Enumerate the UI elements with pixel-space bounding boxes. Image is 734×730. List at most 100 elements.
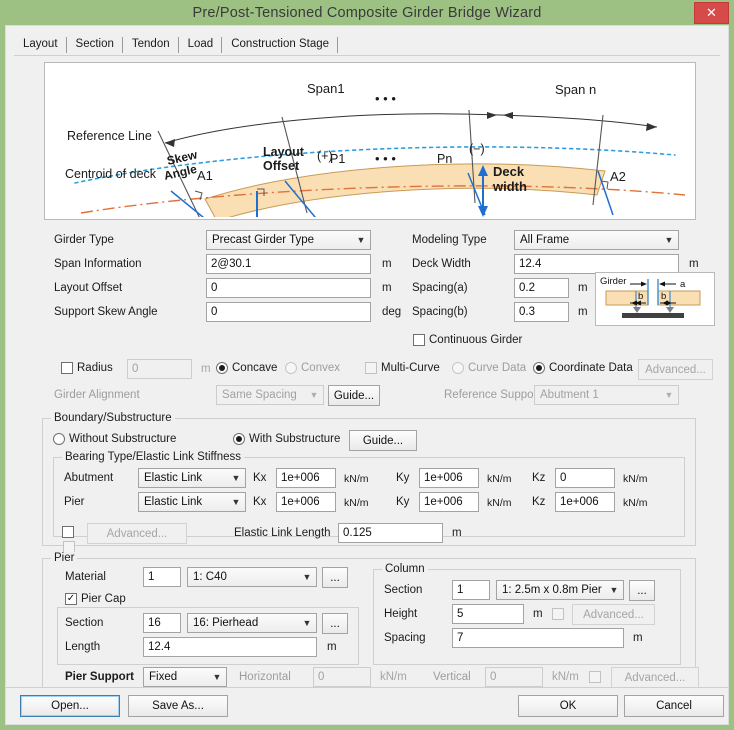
radius-checkbox[interactable]: ✓	[61, 362, 73, 374]
abutment-type-select[interactable]: Elastic Link ▼	[138, 468, 246, 488]
without-substructure-radio[interactable]	[53, 433, 65, 445]
column-section-select[interactable]: 1: 2.5m x 0.8m Pier ▼	[496, 580, 624, 600]
deck-width-input[interactable]	[514, 254, 679, 274]
tab-section[interactable]: Section	[67, 34, 124, 55]
multi-curve-label: Multi-Curve	[381, 362, 440, 374]
pier-section-id-input[interactable]	[143, 613, 181, 633]
spacing-a-input[interactable]	[514, 278, 569, 298]
layout-offset-label-2: Offset	[263, 159, 300, 173]
abutment-kz-input[interactable]	[555, 468, 615, 488]
pier-material-id-input[interactable]	[143, 567, 181, 587]
elastic-link-length-input[interactable]	[338, 523, 443, 543]
cancel-button[interactable]: Cancel	[624, 695, 724, 717]
curve-advanced-button[interactable]: Advanced...	[638, 359, 713, 380]
pier-support-advanced-button[interactable]: Advanced...	[611, 667, 699, 687]
deck-width-label: Deck Width	[412, 258, 471, 270]
pier-material-browse-button[interactable]: ...	[322, 567, 348, 588]
column-height-input[interactable]	[452, 604, 524, 624]
continuous-girder-checkbox-wrap[interactable]: ✓ Continuous Girder	[413, 334, 522, 346]
ok-button[interactable]: OK	[518, 695, 618, 717]
modeling-type-select[interactable]: All Frame ▼	[514, 230, 679, 250]
elastic-link-length-unit: m	[452, 527, 462, 539]
reference-support-select[interactable]: Abutment 1 ▼	[534, 385, 679, 405]
reference-support-value: Abutment 1	[540, 389, 599, 401]
radius-checkbox-wrap[interactable]: ✓ Radius	[61, 362, 113, 374]
pier-kz-input[interactable]	[555, 492, 615, 512]
pier-support-select[interactable]: Fixed ▼	[143, 667, 227, 687]
girder-type-select[interactable]: Precast Girder Type ▼	[206, 230, 371, 250]
pier-material-select[interactable]: 1: C40 ▼	[187, 567, 317, 587]
pier-ky-unit: kN/m	[487, 497, 512, 509]
open-button[interactable]: Open...	[20, 695, 120, 717]
abutment-kz-unit: kN/m	[623, 473, 648, 485]
tab-load[interactable]: Load	[179, 34, 223, 55]
elastic-advanced-button[interactable]: Advanced...	[87, 523, 187, 544]
without-substructure-radio-wrap[interactable]: Without Substructure	[53, 433, 176, 445]
pier-section-select[interactable]: 16: Pierhead ▼	[187, 613, 317, 633]
ok-button-label: OK	[559, 700, 577, 712]
deck-width-unit: m	[689, 258, 699, 270]
column-spacing-input[interactable]	[452, 628, 624, 648]
save-as-button[interactable]: Save As...	[128, 695, 228, 717]
column-section-browse-button[interactable]: ...	[629, 580, 655, 601]
pier-bearing-label: Pier	[64, 496, 85, 508]
concave-radio-wrap[interactable]: Concave	[216, 362, 277, 374]
elastic-advanced-checkbox[interactable]: ✓	[62, 526, 74, 538]
column-advanced-checkbox[interactable]: ✓	[552, 608, 564, 620]
radius-input[interactable]	[127, 359, 192, 379]
abutment-ky-input[interactable]	[419, 468, 479, 488]
column-advanced-button[interactable]: Advanced...	[572, 604, 655, 625]
cancel-button-label: Cancel	[656, 700, 692, 712]
chevron-down-icon: ▼	[212, 672, 222, 682]
curve-data-radio-wrap[interactable]: Curve Data	[452, 362, 526, 374]
tab-layout[interactable]: Layout	[14, 34, 67, 55]
abutment-label: Abutment	[64, 472, 114, 484]
curve-data-radio[interactable]	[452, 362, 464, 374]
pier-ky-input[interactable]	[419, 492, 479, 512]
abutment-kx-input[interactable]	[276, 468, 336, 488]
chevron-down-icon: ▼	[664, 235, 674, 245]
pier-support-advanced-checkbox[interactable]: ✓	[589, 671, 601, 683]
elastic-advanced-checkbox-wrap[interactable]: ✓	[62, 526, 74, 538]
coordinate-data-radio-wrap[interactable]: Coordinate Data	[533, 362, 633, 374]
tab-tendon[interactable]: Tendon	[123, 34, 179, 55]
column-section-id-input[interactable]	[452, 580, 490, 600]
pier-type-select[interactable]: Elastic Link ▼	[138, 492, 246, 512]
bridge-diagram-svg: Span1 Span n Reference Line Centroid of …	[65, 81, 686, 217]
concave-radio[interactable]	[216, 362, 228, 374]
bridge-layout-diagram: Span1 Span n Reference Line Centroid of …	[44, 62, 696, 220]
pier-vertical-input[interactable]	[485, 667, 543, 687]
pier-section-browse-button[interactable]: ...	[322, 613, 348, 634]
column-advanced-checkbox-wrap[interactable]: ✓	[552, 608, 564, 620]
span-information-input[interactable]	[206, 254, 371, 274]
pier-cap-checkbox[interactable]: ✓	[65, 593, 77, 605]
pier-cap-checkbox-wrap[interactable]: ✓ Pier Cap	[65, 593, 126, 605]
with-substructure-radio[interactable]	[233, 433, 245, 445]
close-icon[interactable]: ✕	[694, 2, 729, 24]
girder-alignment-guide-button[interactable]: Guide...	[328, 385, 380, 406]
coordinate-data-radio[interactable]	[533, 362, 545, 374]
tab-construction-stage[interactable]: Construction Stage	[222, 34, 338, 55]
pier-kx-input[interactable]	[276, 492, 336, 512]
radio-dot	[236, 436, 242, 442]
check-icon: ✓	[66, 593, 76, 604]
with-substructure-radio-wrap[interactable]: With Substructure	[233, 433, 340, 445]
support-skew-angle-input[interactable]	[206, 302, 371, 322]
convex-radio-wrap[interactable]: Convex	[285, 362, 340, 374]
span1-label: Span1	[307, 81, 345, 96]
tab-bar: Layout Section Tendon Load Construction …	[6, 26, 728, 55]
pier-length-input[interactable]	[143, 637, 317, 657]
multi-curve-checkbox-wrap[interactable]: ✓ Multi-Curve	[365, 362, 440, 374]
girder-alignment-select[interactable]: Same Spacing ▼	[216, 385, 324, 405]
open-button-label: Open...	[51, 700, 89, 712]
continuous-girder-checkbox[interactable]: ✓	[413, 334, 425, 346]
spacing-b-input[interactable]	[514, 302, 569, 322]
pier-support-advanced-checkbox-wrap[interactable]: ✓	[589, 671, 601, 683]
layout-offset-input[interactable]	[206, 278, 371, 298]
abutment-ky-unit: kN/m	[487, 473, 512, 485]
pier-horizontal-input[interactable]	[313, 667, 371, 687]
multi-curve-checkbox[interactable]: ✓	[365, 362, 377, 374]
convex-radio[interactable]	[285, 362, 297, 374]
footer-bar: Open... Save As... OK Cancel	[6, 687, 728, 724]
substructure-guide-button[interactable]: Guide...	[349, 430, 417, 451]
